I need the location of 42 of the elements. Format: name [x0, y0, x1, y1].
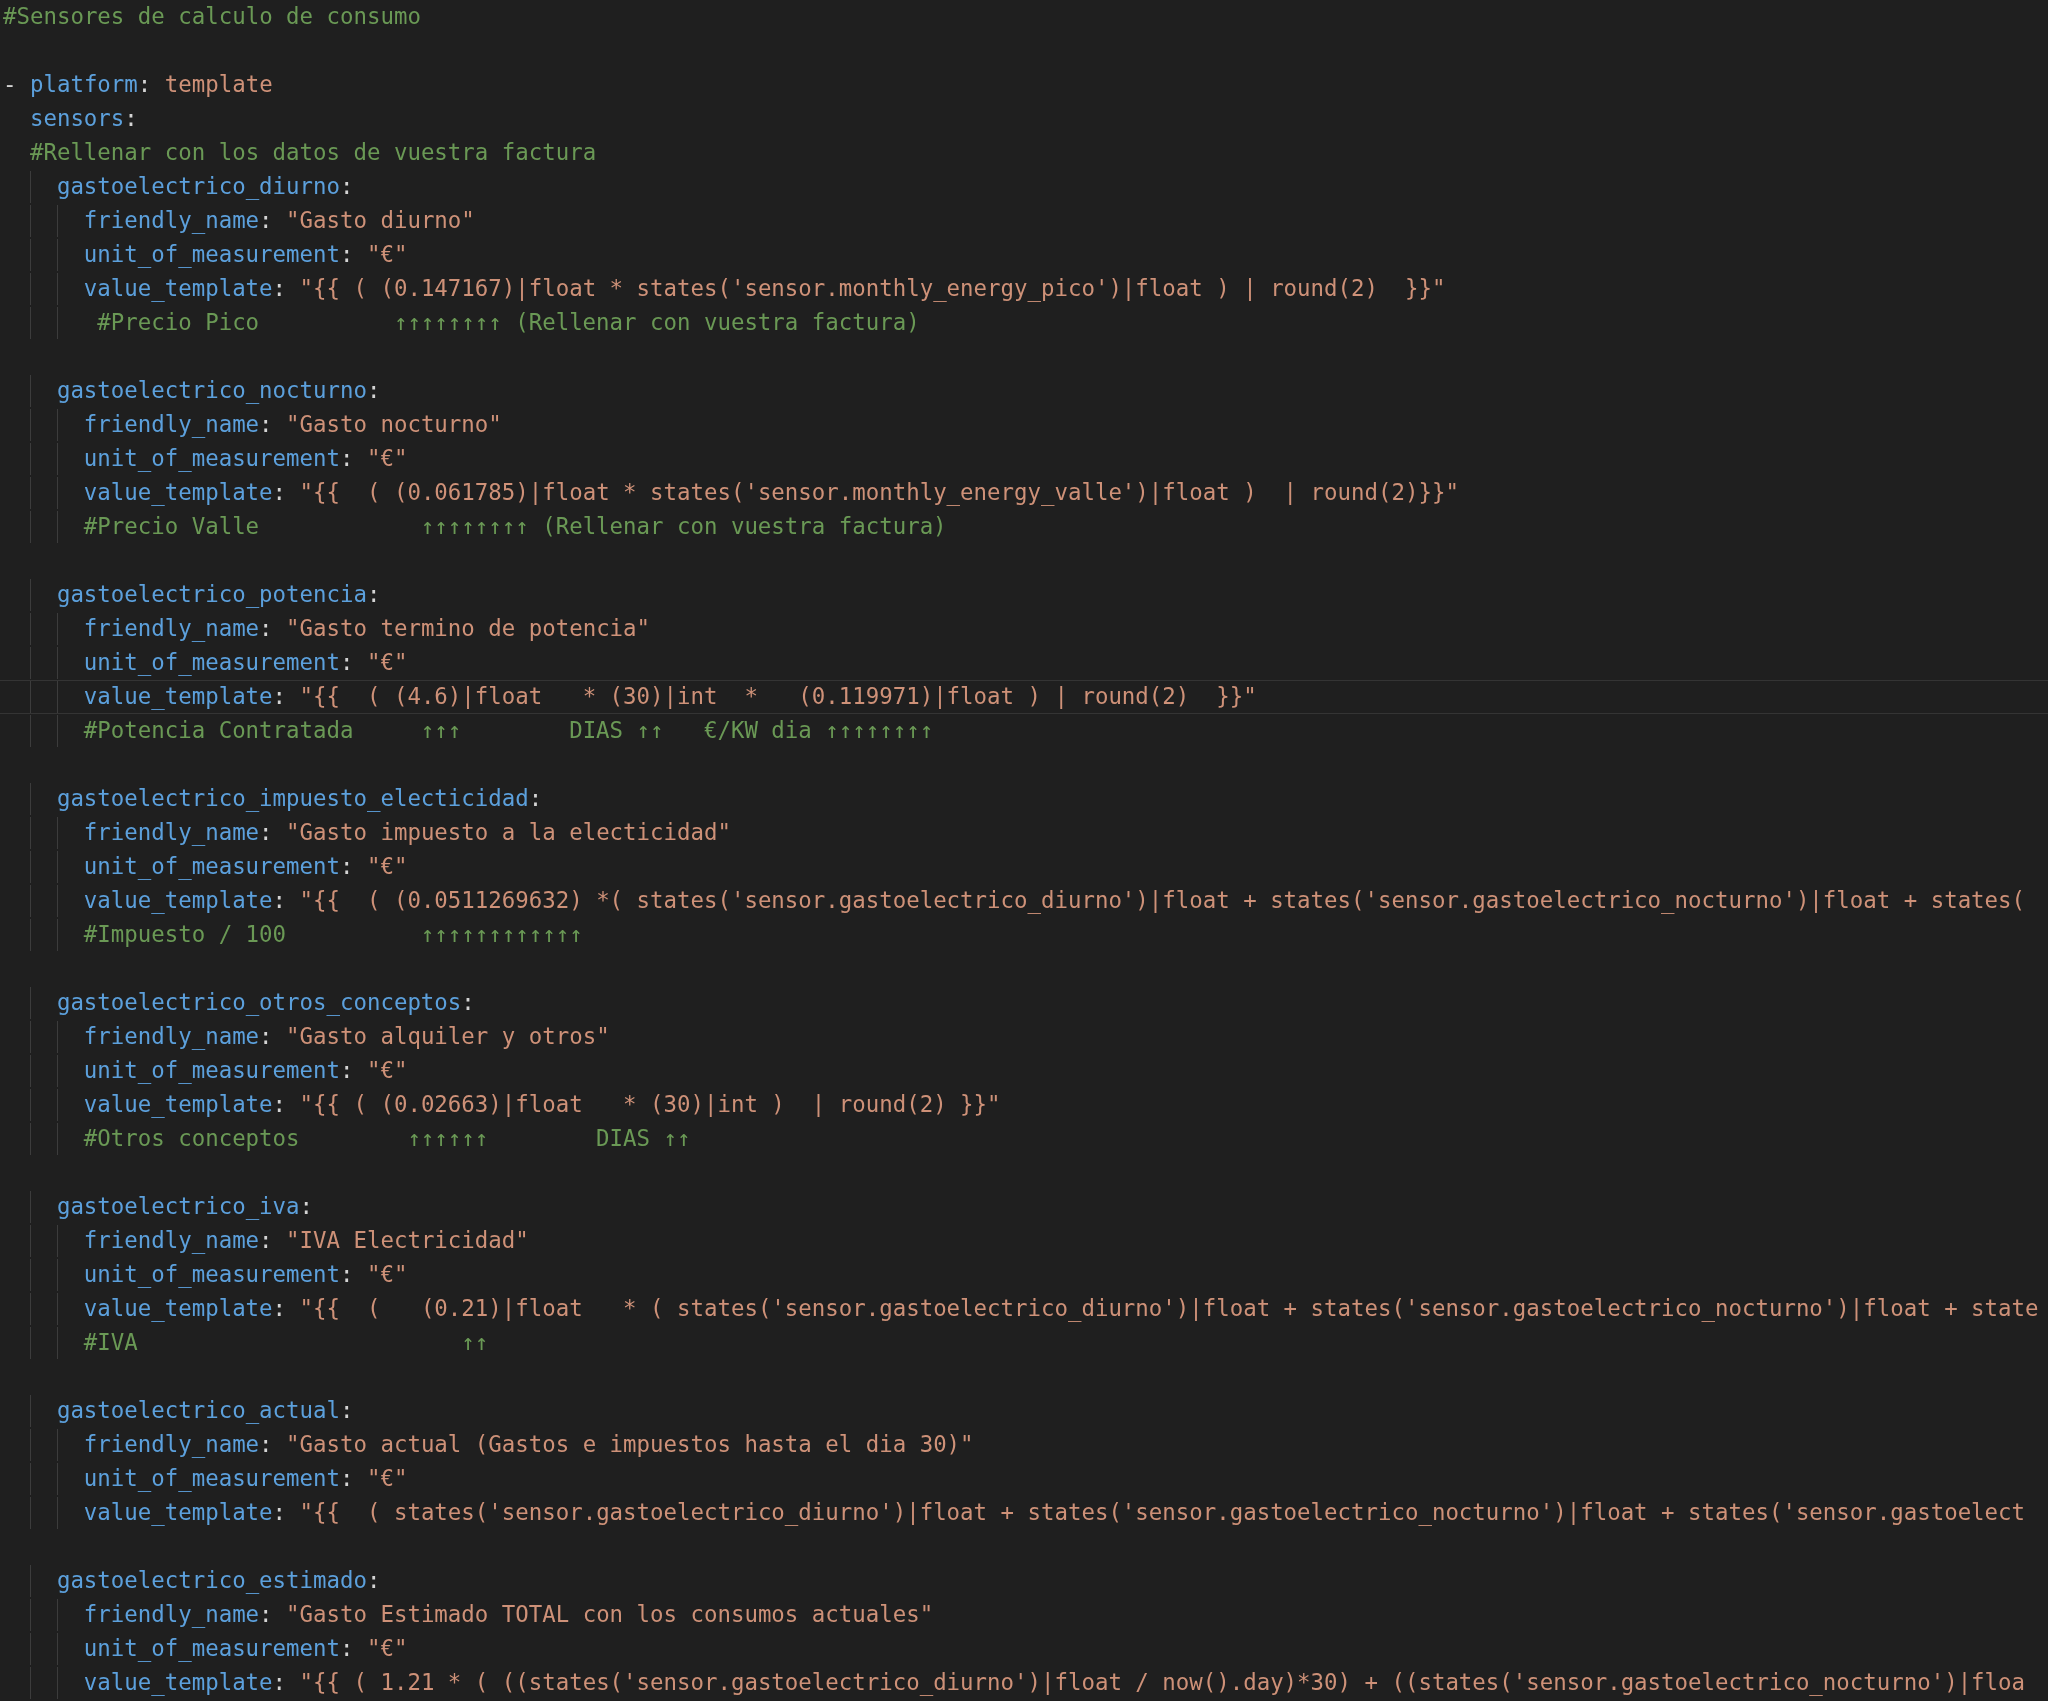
code-line: #Rellenar con los datos de vuestra factura [29, 138, 597, 168]
code-line: unit_of_measurement: "€" [83, 852, 408, 882]
code-line: gastoelectrico_nocturno: [56, 376, 381, 406]
code-line: friendly_name: "Gasto alquiler y otros" [83, 1022, 610, 1052]
code-line: unit_of_measurement: "€" [83, 648, 408, 678]
code-line: #Precio Valle ↑↑↑↑↑↑↑↑ (Rellenar con vuestra factura) [83, 512, 947, 542]
code-line: gastoelectrico_actual: [56, 1396, 354, 1426]
code-line: value_template: "{{ ( (0.0511269632) *( states('sensor.gastoelectrico_diurno')|float + states('sensor.gastoelectrico_nocturno')|float + states( [83, 886, 2026, 916]
code-line: friendly_name: "IVA Electricidad" [83, 1226, 529, 1256]
code-line: unit_of_measurement: "€" [83, 444, 408, 474]
code-line: unit_of_measurement: "€" [83, 1634, 408, 1664]
code-line: sensors: [29, 104, 138, 134]
code-line: friendly_name: "Gasto impuesto a la electicidad" [83, 818, 731, 848]
code-line: gastoelectrico_otros_conceptos: [56, 988, 475, 1018]
code-line: - platform: template [3, 70, 273, 100]
code-line: value_template: "{{ ( (4.6)|float * (30)|int * (0.119971)|float ) | round(2) }}" [83, 682, 1257, 712]
code-line: value_template: "{{ ( (0.147167)|float * states('sensor.monthly_energy_pico')|float ) | round(2) }}" [83, 274, 1446, 304]
code-line: unit_of_measurement: "€" [83, 1464, 408, 1494]
code-line: unit_of_measurement: "€" [83, 1260, 408, 1290]
code-line: #Precio Pico ↑↑↑↑↑↑↑↑ (Rellenar con vuestra factura) [97, 308, 920, 338]
code-line: #Potencia Contratada ↑↑↑ DIAS ↑↑ €/KW dia ↑↑↑↑↑↑↑↑ [83, 716, 934, 746]
code-line: gastoelectrico_potencia: [56, 580, 381, 610]
code-line: #IVA ↑↑ [83, 1328, 489, 1358]
code-line: #Impuesto / 100 ↑↑↑↑↑↑↑↑↑↑↑↑ [83, 920, 583, 950]
code-line: #Sensores de calculo de consumo [3, 2, 421, 32]
code-line: friendly_name: "Gasto diurno" [83, 206, 475, 236]
code-line: unit_of_measurement: "€" [83, 240, 408, 270]
code-line: friendly_name: "Gasto nocturno" [83, 410, 502, 440]
code-line: unit_of_measurement: "€" [83, 1056, 408, 1086]
code-line: friendly_name: "Gasto Estimado TOTAL con los consumos actuales" [83, 1600, 934, 1630]
code-line: gastoelectrico_impuesto_electicidad: [56, 784, 543, 814]
code-line: value_template: "{{ ( (0.21)|float * ( states('sensor.gastoelectrico_diurno')|float + states('sensor.gastoelectrico_nocturno')|float + state [83, 1294, 2039, 1324]
code-line: gastoelectrico_iva: [56, 1192, 314, 1222]
code-line: gastoelectrico_diurno: [56, 172, 354, 202]
code-line: value_template: "{{ ( 1.21 * ( ((states('sensor.gastoelectrico_diurno')|float / now().day)*30) + ((states('sensor.gastoelectrico_nocturno')|floa [83, 1668, 2026, 1698]
code-line: gastoelectrico_estimado: [56, 1566, 381, 1596]
code-line: value_template: "{{ ( states('sensor.gastoelectrico_diurno')|float + states('sensor.gastoelectrico_nocturno')|float + states('sensor.gastoelect [83, 1498, 2026, 1528]
code-line: value_template: "{{ ( (0.02663)|float * (30)|int ) | round(2) }}" [83, 1090, 1001, 1120]
code-line: value_template: "{{ ( (0.061785)|float * states('sensor.monthly_energy_valle')|float ) | round(2)}}" [83, 478, 1459, 508]
code-line: #Otros conceptos ↑↑↑↑↑↑ DIAS ↑↑ [83, 1124, 691, 1154]
code-line: friendly_name: "Gasto actual (Gastos e impuestos hasta el dia 30)" [83, 1430, 974, 1460]
code-line: friendly_name: "Gasto termino de potencia" [83, 614, 651, 644]
